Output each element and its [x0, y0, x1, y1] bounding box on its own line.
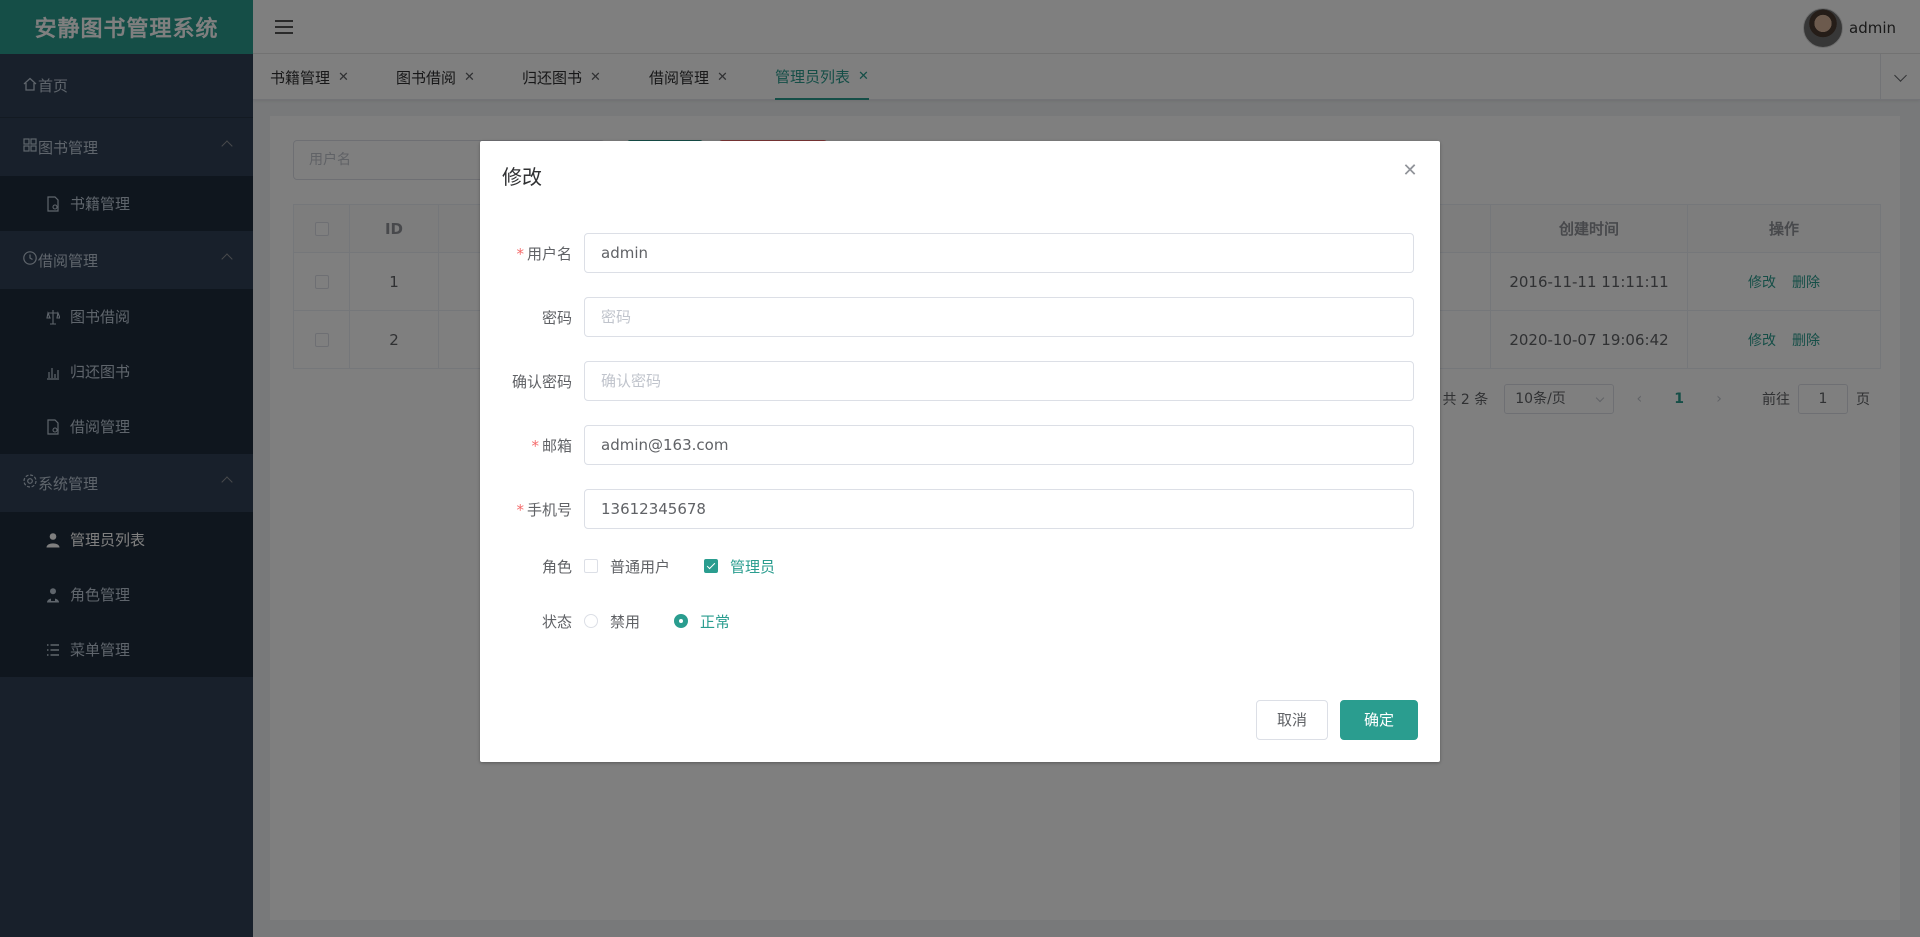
edit-dialog: 修改 ✕ * 用户名 admin 密码 密码 确认密码 确认密码 * 邮箱 admi…: [480, 141, 1440, 762]
form-label: * 邮箱: [531, 436, 572, 455]
email-input[interactable]: admin@163.com: [584, 425, 1414, 465]
checkbox-checked[interactable]: [704, 559, 719, 573]
checkbox-unchecked[interactable]: [584, 559, 598, 573]
form-row-role: 角色 普通用户 管理员: [480, 556, 1440, 576]
form-label: 确认密码: [511, 372, 572, 391]
status-radio-group: 禁用 正常: [584, 611, 764, 632]
form-row-email: * 邮箱 admin@163.com: [480, 425, 1440, 465]
form-row-confirm-password: 确认密码 确认密码: [480, 361, 1440, 401]
dialog-title: 修改: [502, 165, 542, 189]
form-row-status: 状态 禁用 正常: [480, 611, 1440, 631]
status-option-disabled[interactable]: 禁用: [584, 611, 640, 632]
close-icon[interactable]: ✕: [1402, 162, 1418, 180]
role-option-admin[interactable]: 管理员: [704, 556, 775, 577]
required-mark: *: [531, 436, 539, 455]
form-label: 角色: [541, 557, 572, 576]
checkbox-label: 管理员: [730, 557, 776, 576]
form-label: 密码: [541, 308, 572, 327]
role-option-normal-user[interactable]: 普通用户: [584, 556, 670, 577]
checkbox-label: 普通用户: [610, 557, 671, 576]
required-mark: *: [516, 500, 524, 519]
confirm-button[interactable]: 确定: [1340, 700, 1418, 740]
confirm-password-input[interactable]: 确认密码: [584, 361, 1414, 401]
phone-input[interactable]: 13612345678: [584, 489, 1414, 529]
required-mark: *: [516, 244, 524, 263]
radio-checked[interactable]: [674, 614, 689, 628]
form-label: * 手机号: [516, 500, 572, 519]
username-input[interactable]: admin: [584, 233, 1414, 273]
radio-label: 正常: [700, 612, 731, 631]
radio-label: 禁用: [610, 612, 641, 631]
radio-unchecked[interactable]: [584, 614, 598, 628]
dialog-footer: 取消 确定: [1244, 700, 1418, 740]
status-option-normal[interactable]: 正常: [674, 611, 730, 632]
form-label: * 用户名: [516, 244, 572, 263]
role-checkbox-group: 普通用户 管理员: [584, 556, 809, 577]
form-row-phone: * 手机号 13612345678: [480, 489, 1440, 529]
cancel-button[interactable]: 取消: [1255, 700, 1328, 740]
password-input[interactable]: 密码: [584, 297, 1414, 337]
form-label: 状态: [541, 612, 572, 631]
form-row-username: * 用户名 admin: [480, 233, 1440, 273]
form-row-password: 密码 密码: [480, 297, 1440, 337]
